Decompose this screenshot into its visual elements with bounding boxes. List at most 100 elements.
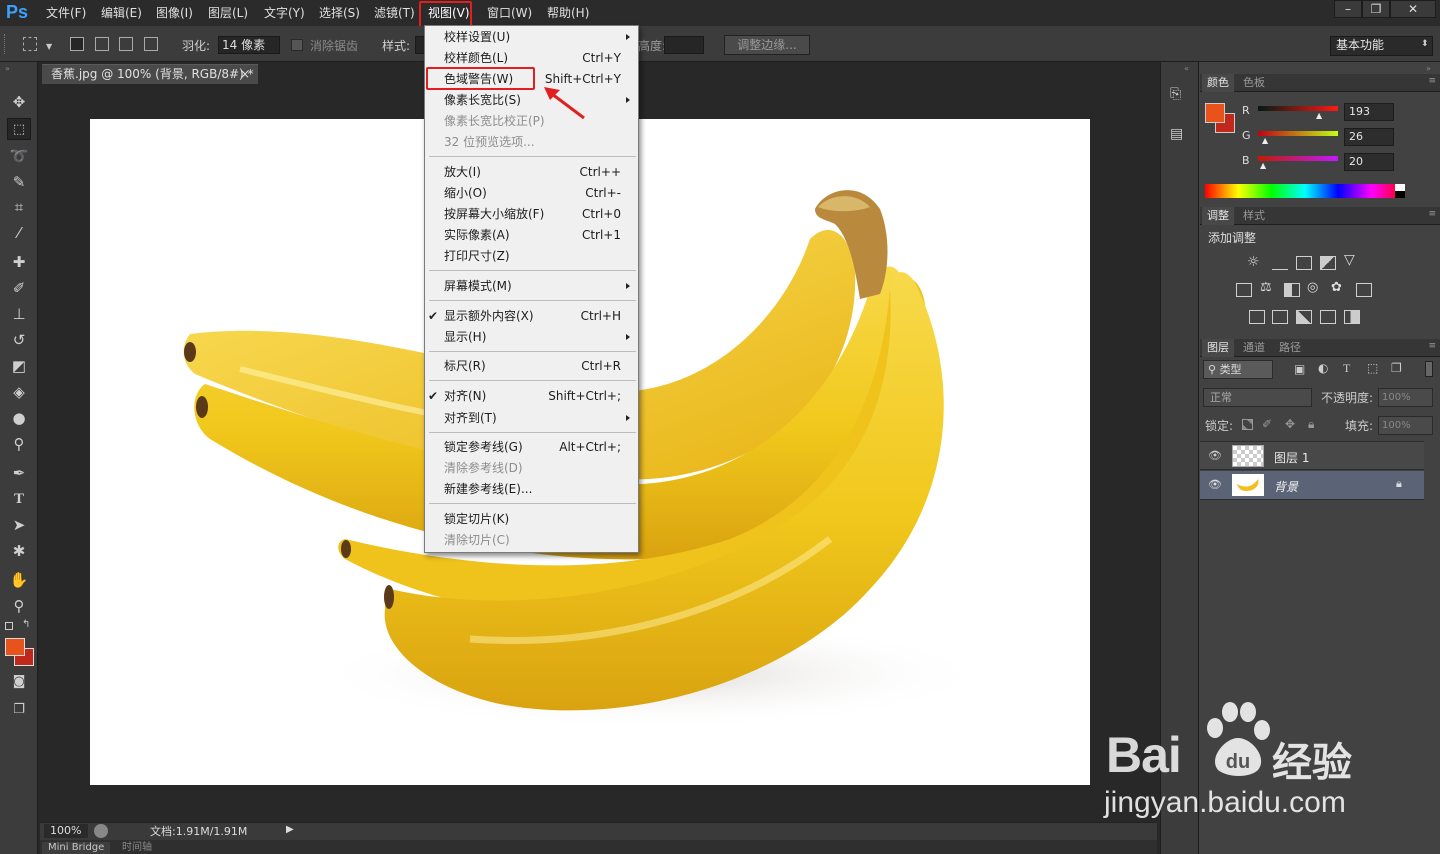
photo-filter-icon[interactable]: ◎	[1307, 280, 1318, 295]
status-arrow-icon[interactable]: ▶	[286, 824, 294, 835]
restore-button[interactable]: ❐	[1362, 0, 1390, 18]
menu-item-zoom-in[interactable]: 放大(I) Ctrl++	[425, 162, 638, 183]
screen-mode-icon[interactable]: ❐	[7, 699, 31, 721]
new-selection-icon[interactable]	[70, 37, 84, 51]
quick-mask-icon[interactable]: ◙	[7, 671, 31, 693]
marquee-tool-icon[interactable]: ⬚	[7, 118, 31, 140]
lock-pixels-icon[interactable]: ✐	[1262, 417, 1272, 431]
black-white-icon[interactable]	[1284, 283, 1300, 297]
r-slider[interactable]	[1258, 106, 1338, 111]
quick-select-tool-icon[interactable]: ✎	[7, 171, 31, 193]
menu-help[interactable]: 帮助(H)	[547, 4, 589, 22]
status-info-icon[interactable]	[94, 824, 108, 838]
brightness-icon[interactable]: ☼	[1247, 254, 1260, 270]
history-brush-icon[interactable]: ↺	[7, 329, 31, 351]
history-panel-icon[interactable]: ⎘	[1170, 86, 1188, 106]
g-slider[interactable]	[1258, 131, 1338, 136]
menu-type[interactable]: 文字(Y)	[264, 4, 305, 22]
curves-icon[interactable]	[1296, 256, 1312, 270]
crop-tool-icon[interactable]: ⌗	[7, 196, 31, 218]
menu-filter[interactable]: 滤镜(T)	[374, 4, 415, 22]
shape-tool-icon[interactable]: ✱	[7, 540, 31, 562]
menu-item-actual-pixels[interactable]: 实际像素(A) Ctrl+1	[425, 225, 638, 246]
foreground-color-swatch[interactable]	[5, 638, 25, 656]
g-slider-thumb-icon[interactable]: ▲	[1262, 136, 1268, 145]
gradient-map-icon[interactable]	[1320, 310, 1336, 324]
healing-brush-icon[interactable]: ✚	[7, 251, 31, 273]
dock-collapse-icon[interactable]: «	[1184, 64, 1189, 73]
properties-panel-icon[interactable]: ▤	[1170, 126, 1188, 146]
menu-window[interactable]: 窗口(W)	[487, 4, 532, 22]
lock-all-icon[interactable]: 🔒︎	[1308, 417, 1314, 432]
preset-chevron-icon[interactable]: ▼	[46, 42, 52, 51]
filter-shape-icon[interactable]: ⬚	[1367, 361, 1378, 375]
g-value-input[interactable]: 26	[1344, 128, 1394, 146]
menu-item-lock-slices[interactable]: 锁定切片(K)	[425, 509, 638, 530]
invert-icon[interactable]	[1249, 310, 1265, 324]
tab-swatches[interactable]: 色板	[1238, 74, 1270, 92]
selective-color-icon[interactable]	[1344, 310, 1360, 324]
eyedropper-tool-icon[interactable]: ⁄	[7, 222, 31, 244]
fill-input[interactable]: 100%	[1378, 416, 1433, 435]
channel-mixer-icon[interactable]: ✿	[1331, 280, 1342, 295]
stamp-tool-icon[interactable]: ⊥	[7, 303, 31, 325]
pen-tool-icon[interactable]: ✒	[7, 462, 31, 484]
menu-item-extras[interactable]: ✔ 显示额外内容(X) Ctrl+H	[425, 306, 638, 327]
menu-item-screen-mode[interactable]: 屏幕模式(M)	[425, 276, 638, 297]
feather-input[interactable]: 14 像素	[218, 36, 280, 54]
opacity-input[interactable]: 100%	[1378, 388, 1433, 407]
marquee-preset-icon[interactable]	[23, 37, 37, 51]
vibrance-icon[interactable]: ▽	[1344, 252, 1355, 268]
minimize-button[interactable]: –	[1334, 0, 1362, 18]
antialias-checkbox[interactable]	[291, 39, 303, 51]
layers-panel-menu-icon[interactable]: ≡	[1428, 341, 1436, 351]
tab-close-icon[interactable]: ×	[240, 65, 250, 83]
menu-item-pixel-aspect[interactable]: 像素长宽比(S)	[425, 90, 638, 111]
levels-icon[interactable]	[1272, 256, 1288, 270]
menu-layer[interactable]: 图层(L)	[208, 4, 248, 22]
brush-tool-icon[interactable]: ✐	[7, 277, 31, 299]
tab-timeline[interactable]: 时间轴	[118, 842, 156, 854]
filter-toggle[interactable]	[1425, 361, 1433, 377]
menu-item-new-guide[interactable]: 新建参考线(E)...	[425, 479, 638, 500]
type-tool-icon[interactable]: T	[7, 488, 31, 510]
toolbar-collapse-icon[interactable]: »	[5, 64, 10, 73]
threshold-icon[interactable]	[1296, 310, 1312, 324]
visibility-eye-icon[interactable]: 👁︎	[1208, 478, 1222, 491]
tab-styles[interactable]: 样式	[1238, 207, 1270, 225]
color-lookup-icon[interactable]	[1356, 283, 1372, 297]
spectrum-bw[interactable]	[1395, 184, 1405, 198]
menu-item-rulers[interactable]: 标尺(R) Ctrl+R	[425, 356, 638, 377]
exposure-icon[interactable]	[1320, 256, 1336, 270]
tab-paths[interactable]: 路径	[1274, 339, 1306, 357]
visibility-eye-icon[interactable]: 👁︎	[1208, 449, 1222, 462]
filter-smart-icon[interactable]: ❐	[1391, 361, 1402, 375]
refine-edge-button[interactable]: 调整边缘...	[724, 35, 810, 55]
lock-transparent-icon[interactable]	[1242, 419, 1253, 430]
move-tool-icon[interactable]: ✥	[7, 91, 31, 113]
eraser-tool-icon[interactable]: ◩	[7, 355, 31, 377]
menu-item-proof-colors[interactable]: 校样颜色(L) Ctrl+Y	[425, 48, 638, 69]
document-tab[interactable]: 香蕉.jpg @ 100% (背景, RGB/8#) * ×	[42, 64, 258, 84]
tab-color[interactable]: 颜色	[1202, 74, 1234, 92]
menu-item-zoom-out[interactable]: 缩小(O) Ctrl+-	[425, 183, 638, 204]
menu-item-print-size[interactable]: 打印尺寸(Z)	[425, 246, 638, 267]
workspace-select[interactable]: 基本功能	[1330, 36, 1433, 56]
lasso-tool-icon[interactable]: ➰	[7, 145, 31, 167]
menu-item-snap[interactable]: ✔ 对齐(N) Shift+Ctrl+;	[425, 386, 638, 407]
menu-item-snap-to[interactable]: 对齐到(T)	[425, 408, 638, 429]
layer-name[interactable]: 图层 1	[1274, 449, 1309, 466]
filter-adjust-icon[interactable]: ◐	[1318, 361, 1328, 375]
lock-position-icon[interactable]: ✥	[1285, 417, 1295, 431]
path-select-icon[interactable]: ➤	[7, 514, 31, 536]
tab-mini-bridge[interactable]: Mini Bridge	[42, 842, 111, 854]
b-slider-thumb-icon[interactable]: ▲	[1260, 161, 1266, 170]
tab-channels[interactable]: 通道	[1238, 339, 1270, 357]
blend-mode-select[interactable]: 正常	[1203, 388, 1312, 407]
add-selection-icon[interactable]	[95, 37, 109, 51]
menu-item-fit-screen[interactable]: 按屏幕大小缩放(F) Ctrl+0	[425, 204, 638, 225]
menu-image[interactable]: 图像(I)	[156, 4, 193, 22]
tab-adjustments[interactable]: 调整	[1202, 207, 1234, 225]
height-input[interactable]	[664, 36, 704, 54]
r-value-input[interactable]: 193	[1344, 103, 1394, 121]
